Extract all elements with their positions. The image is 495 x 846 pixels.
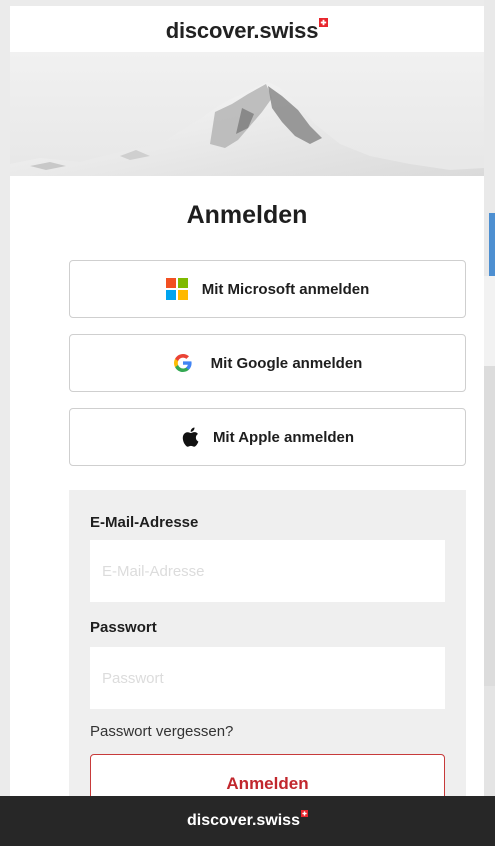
login-form: E-Mail-Adresse Passwort Passwort vergess…: [69, 490, 466, 796]
microsoft-login-button[interactable]: Mit Microsoft anmelden: [69, 260, 466, 318]
background-panel: [484, 686, 495, 796]
microsoft-login-label: Mit Microsoft anmelden: [201, 280, 370, 298]
apple-login-button[interactable]: Mit Apple anmelden: [69, 408, 466, 466]
google-login-label: Mit Google anmelden: [210, 354, 363, 372]
background-panel: [484, 276, 495, 366]
apple-login-label: Mit Apple anmelden: [212, 428, 355, 446]
background-accent-block: [489, 213, 495, 276]
forgot-password-link[interactable]: Passwort vergessen?: [90, 723, 233, 740]
swiss-flag-icon: [319, 18, 329, 27]
google-icon: [173, 354, 192, 372]
hero-mountain-image: [10, 52, 484, 176]
brand-logo[interactable]: discover.swiss: [10, 18, 484, 44]
google-login-button[interactable]: Mit Google anmelden: [69, 334, 466, 392]
submit-button[interactable]: Anmelden: [90, 754, 445, 796]
password-input[interactable]: [90, 647, 445, 709]
email-input[interactable]: [90, 540, 445, 602]
email-label: E-Mail-Adresse: [90, 514, 199, 531]
background-panel: [484, 366, 495, 686]
background-page-edge: [484, 0, 495, 846]
header: discover.swiss: [10, 6, 484, 52]
footer-logo-text: discover.swiss: [187, 812, 300, 829]
page-title: Anmelden: [186, 201, 308, 229]
swiss-flag-icon: [300, 810, 308, 817]
brand-logo-text: discover.swiss: [165, 18, 319, 43]
footer-logo: discover.swiss: [0, 810, 495, 830]
login-card: discover.swiss Anmelden Mit Microsoft an…: [10, 6, 484, 796]
microsoft-icon: [165, 278, 188, 300]
password-label: Passwort: [90, 619, 157, 636]
footer: discover.swiss: [0, 796, 495, 846]
apple-icon: [182, 427, 199, 447]
